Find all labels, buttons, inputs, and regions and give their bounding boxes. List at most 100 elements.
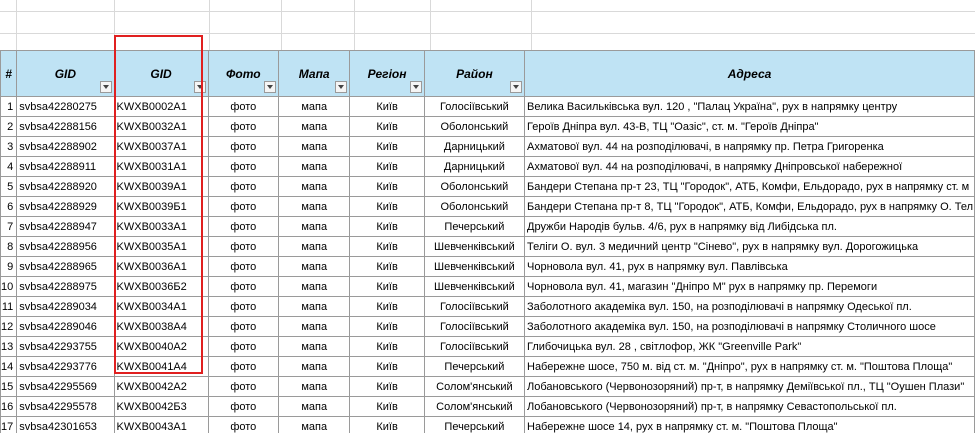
address-cell[interactable]: Глибочицька вул. 28 , світлофор, ЖК "Gre… [524, 336, 975, 357]
gid-code-cell[interactable]: KWXB0034A1 [113, 296, 209, 317]
map-link[interactable]: мапа [278, 196, 351, 217]
district-cell[interactable]: Печерський [423, 416, 526, 433]
district-cell[interactable]: Оболонський [423, 176, 526, 197]
header-address[interactable]: Адреса [524, 50, 975, 97]
district-cell[interactable]: Шевченківський [423, 276, 526, 297]
filter-dropdown-icon[interactable] [510, 81, 522, 93]
district-cell[interactable]: Оболонський [423, 196, 526, 217]
gid-cell[interactable]: svbsa42301653 [16, 416, 115, 433]
gid-code-cell[interactable]: KWXB0043A1 [113, 416, 209, 433]
header-gid[interactable]: GID [16, 50, 115, 97]
header-num[interactable]: # [0, 50, 18, 97]
address-cell[interactable]: Заболотного академіка вул. 150, на розпо… [524, 296, 975, 317]
photo-link[interactable]: фото [207, 96, 280, 117]
photo-link[interactable]: фото [207, 336, 280, 357]
district-cell[interactable]: Шевченківський [423, 256, 526, 277]
filter-dropdown-icon[interactable] [99, 81, 112, 93]
gid-cell[interactable]: svbsa42288902 [16, 136, 115, 157]
header-gid-code[interactable]: GID [113, 50, 209, 97]
region-cell[interactable]: Київ [349, 276, 425, 297]
address-cell[interactable]: Бандери Степана пр-т 8, ТЦ "Городок", АТ… [524, 196, 975, 217]
address-cell[interactable]: Героїв Дніпра вул. 43-В, ТЦ "Оазіс", ст.… [524, 116, 975, 137]
map-link[interactable]: мапа [278, 376, 351, 397]
address-cell[interactable]: Дружби Народів бульв. 4/6, рух в напрямк… [524, 216, 975, 237]
district-cell[interactable]: Шевченківський [423, 236, 526, 257]
gid-cell[interactable]: svbsa42289034 [16, 296, 115, 317]
gid-cell[interactable]: svbsa42288929 [16, 196, 115, 217]
address-cell[interactable]: Лобановського (Червонозоряний) пр-т, в н… [524, 376, 975, 397]
filter-dropdown-icon[interactable] [409, 81, 422, 93]
district-cell[interactable]: Голосіївський [423, 336, 526, 357]
photo-link[interactable]: фото [207, 136, 280, 157]
address-cell[interactable]: Теліги О. вул. 3 медичний центр "Сінево"… [524, 236, 975, 257]
gid-code-cell[interactable]: KWXB0041A4 [113, 356, 209, 377]
gid-code-cell[interactable]: KWXB0042A2 [113, 376, 209, 397]
region-cell[interactable]: Київ [349, 416, 425, 433]
map-link[interactable]: мапа [278, 176, 351, 197]
region-cell[interactable]: Київ [349, 256, 425, 277]
region-cell[interactable]: Київ [349, 356, 425, 377]
map-link[interactable]: мапа [278, 396, 351, 417]
gid-cell[interactable]: svbsa42288156 [16, 116, 115, 137]
gid-cell[interactable]: svbsa42293755 [16, 336, 115, 357]
gid-code-cell[interactable]: KWXB0037A1 [113, 136, 209, 157]
gid-code-cell[interactable]: KWXB0036Б2 [113, 276, 209, 297]
gid-cell[interactable]: svbsa42288911 [16, 156, 115, 177]
map-link[interactable]: мапа [278, 356, 351, 377]
map-link[interactable]: мапа [278, 216, 351, 237]
region-cell[interactable]: Київ [349, 296, 425, 317]
map-link[interactable]: мапа [278, 296, 351, 317]
gid-cell[interactable]: svbsa42288975 [16, 276, 115, 297]
address-cell[interactable]: Заболотного академіка вул. 150, на розпо… [524, 316, 975, 337]
district-cell[interactable]: Солом'янський [423, 376, 526, 397]
gid-code-cell[interactable]: KWXB0040A2 [113, 336, 209, 357]
gid-code-cell[interactable]: KWXB0031A1 [113, 156, 209, 177]
photo-link[interactable]: фото [207, 256, 280, 277]
region-cell[interactable]: Київ [349, 216, 425, 237]
gid-cell[interactable]: svbsa42288956 [16, 236, 115, 257]
district-cell[interactable]: Голосіївський [423, 296, 526, 317]
photo-link[interactable]: фото [207, 176, 280, 197]
photo-link[interactable]: фото [207, 396, 280, 417]
address-cell[interactable]: Чорновола вул. 41, рух в напрямку вул. П… [524, 256, 975, 277]
district-cell[interactable]: Голосіївський [423, 96, 526, 117]
filter-dropdown-icon[interactable] [335, 81, 348, 93]
district-cell[interactable]: Печерський [423, 216, 526, 237]
region-cell[interactable]: Київ [349, 96, 425, 117]
district-cell[interactable]: Дарницький [423, 136, 526, 157]
gid-cell[interactable]: svbsa42295569 [16, 376, 115, 397]
photo-link[interactable]: фото [207, 156, 280, 177]
gid-code-cell[interactable]: KWXB0033A1 [113, 216, 209, 237]
map-link[interactable]: мапа [278, 96, 351, 117]
address-cell[interactable]: Ахматової вул. 44 на розподілювачі, в на… [524, 136, 975, 157]
header-district[interactable]: Район [423, 50, 526, 97]
region-cell[interactable]: Київ [349, 196, 425, 217]
map-link[interactable]: мапа [278, 256, 351, 277]
photo-link[interactable]: фото [207, 196, 280, 217]
district-cell[interactable]: Голосіївський [423, 316, 526, 337]
map-link[interactable]: мапа [278, 276, 351, 297]
region-cell[interactable]: Київ [349, 116, 425, 137]
map-link[interactable]: мапа [278, 116, 351, 137]
address-cell[interactable]: Ахматової вул. 44 на розподілювачі, в на… [524, 156, 975, 177]
photo-link[interactable]: фото [207, 296, 280, 317]
filter-dropdown-icon[interactable] [193, 81, 206, 93]
map-link[interactable]: мапа [278, 336, 351, 357]
region-cell[interactable]: Київ [349, 176, 425, 197]
gid-cell[interactable]: svbsa42288920 [16, 176, 115, 197]
header-map[interactable]: Мапа [278, 50, 351, 97]
gid-code-cell[interactable]: KWXB0039Б1 [113, 196, 209, 217]
photo-link[interactable]: фото [207, 236, 280, 257]
district-cell[interactable]: Солом'янський [423, 396, 526, 417]
gid-cell[interactable]: svbsa42288965 [16, 256, 115, 277]
gid-code-cell[interactable]: KWXB0039A1 [113, 176, 209, 197]
map-link[interactable]: мапа [278, 236, 351, 257]
gid-code-cell[interactable]: KWXB0042Б3 [113, 396, 209, 417]
map-link[interactable]: мапа [278, 156, 351, 177]
address-cell[interactable]: Набережне шосе, 750 м. від ст. м. "Дніпр… [524, 356, 975, 377]
district-cell[interactable]: Дарницький [423, 156, 526, 177]
photo-link[interactable]: фото [207, 416, 280, 433]
map-link[interactable]: мапа [278, 316, 351, 337]
address-cell[interactable]: Набережне шосе 14, рух в напрямку ст. м.… [524, 416, 975, 433]
gid-cell[interactable]: svbsa42288947 [16, 216, 115, 237]
